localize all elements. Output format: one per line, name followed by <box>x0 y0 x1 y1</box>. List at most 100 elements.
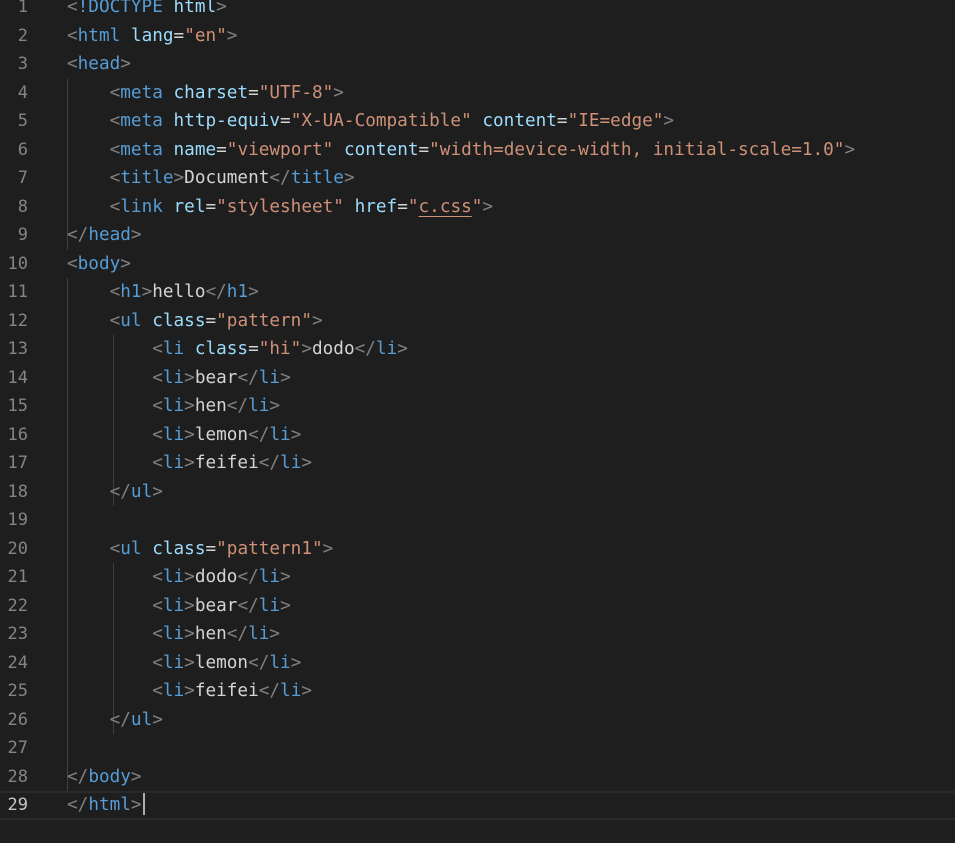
code-token: ul <box>120 310 142 331</box>
code-token: " <box>407 196 419 217</box>
code-text[interactable]: <head> <box>67 50 131 79</box>
code-line[interactable]: 5 <meta http-equiv="X-UA-Compatible" con… <box>0 107 955 136</box>
code-token: head <box>77 54 121 74</box>
code-text[interactable]: </html> <box>67 791 145 820</box>
code-token: li <box>162 339 185 359</box>
code-line[interactable]: 22 <li>bear</li> <box>0 592 955 621</box>
code-token: < <box>152 339 163 359</box>
code-text[interactable]: <li>hen</li> <box>67 620 280 649</box>
code-text[interactable]: <li>lemon</li> <box>67 421 301 450</box>
code-text[interactable]: <li>feifei</li> <box>67 677 312 706</box>
code-text[interactable]: </ul> <box>67 478 163 507</box>
code-token: = <box>397 196 408 217</box>
code-token: > <box>311 310 323 331</box>
code-line[interactable]: 18 </ul> <box>0 478 955 507</box>
code-token: > <box>482 196 494 217</box>
code-token: > <box>184 396 195 416</box>
code-line[interactable]: 28 </body> <box>0 763 955 792</box>
code-line[interactable]: 12 <ul class="pattern"> <box>0 307 955 336</box>
code-token: > <box>130 766 142 787</box>
code-text[interactable]: <li>lemon</li> <box>67 649 301 678</box>
code-text[interactable]: <title>Document</title> <box>67 164 355 193</box>
code-line[interactable]: 11 <h1>hello</h1> <box>0 278 955 307</box>
code-line[interactable]: 19 <box>0 506 955 535</box>
code-token: < <box>152 595 163 616</box>
code-line[interactable]: 7 <title>Document</title> <box>0 164 955 193</box>
code-line[interactable]: 10 <body> <box>0 250 955 279</box>
code-text[interactable]: <!DOCTYPE html> <box>67 0 227 22</box>
code-line[interactable]: 14 <li>bear</li> <box>0 364 955 393</box>
code-token: li <box>162 424 185 445</box>
code-token: "pattern" <box>216 310 312 331</box>
code-token: "viewport" <box>226 139 334 160</box>
code-token: > <box>343 168 355 188</box>
code-line[interactable]: 13 <li class="hi">dodo</li> <box>0 335 955 364</box>
code-token: href <box>354 196 398 217</box>
code-line[interactable]: 16 <li>lemon</li> <box>0 421 955 450</box>
code-line[interactable]: 21 <li>dodo</li> <box>0 563 955 592</box>
code-text[interactable]: <li>dodo</li> <box>67 563 291 592</box>
code-token: Document <box>184 168 270 188</box>
code-token: </ <box>248 652 270 673</box>
code-line[interactable]: 6 <meta name="viewport" content="width=d… <box>0 136 955 165</box>
code-line[interactable]: 25 <li>feifei</li> <box>0 677 955 706</box>
code-token: < <box>152 453 163 473</box>
code-line[interactable]: 26 </ul> <box>0 706 955 735</box>
code-token: > <box>333 82 344 103</box>
code-text[interactable]: <html lang="en"> <box>67 22 237 51</box>
code-text[interactable]: <ul class="pattern1"> <box>67 535 334 564</box>
code-line[interactable]: 15 <li>hen</li> <box>0 392 955 421</box>
code-text[interactable]: </head> <box>67 221 142 250</box>
code-text[interactable]: <li>bear</li> <box>67 364 291 393</box>
code-line[interactable]: 9 </head> <box>0 221 955 250</box>
code-line[interactable]: 8 <link rel="stylesheet" href="c.css"> <box>0 193 955 222</box>
code-text[interactable]: <meta charset="UTF-8"> <box>67 79 344 108</box>
code-token: > <box>184 681 195 701</box>
code-token: meta <box>120 111 163 131</box>
line-number: 12 <box>7 310 28 331</box>
code-text[interactable]: <body> <box>67 250 131 279</box>
code-token: li <box>162 367 185 388</box>
code-text[interactable]: </ul> <box>67 706 163 735</box>
code-text[interactable]: <meta name="viewport" content="width=dev… <box>67 136 856 165</box>
code-text[interactable]: <li>feifei</li> <box>67 449 312 478</box>
code-line[interactable]: 23 <li>hen</li> <box>0 620 955 649</box>
code-token: "stylesheet" <box>216 196 344 217</box>
code-token: link <box>120 196 163 217</box>
line-number: 19 <box>7 510 28 530</box>
code-token: < <box>152 624 163 644</box>
code-token: class <box>152 538 206 559</box>
code-token: </ <box>354 339 376 359</box>
code-text[interactable]: <li>bear</li> <box>67 592 291 621</box>
code-line[interactable]: 3 <head> <box>0 50 955 79</box>
code-line[interactable]: 24 <li>lemon</li> <box>0 649 955 678</box>
code-line[interactable]: 4 <meta charset="UTF-8"> <box>0 79 955 108</box>
code-text[interactable]: <ul class="pattern"> <box>67 307 323 336</box>
code-text[interactable]: <meta http-equiv="X-UA-Compatible" conte… <box>67 107 674 136</box>
code-token: < <box>152 396 163 416</box>
code-token: dodo <box>194 567 238 587</box>
stylesheet-link[interactable]: c.css <box>419 197 472 217</box>
code-line[interactable]: 2 <html lang="en"> <box>0 22 955 51</box>
code-token: li <box>162 681 185 701</box>
code-text[interactable]: <link rel="stylesheet" href="c.css"> <box>67 193 493 222</box>
code-line[interactable]: 17 <li>feifei</li> <box>0 449 955 478</box>
code-token: dodo <box>312 339 355 359</box>
code-line[interactable]: 1 <!DOCTYPE html> <box>0 0 955 22</box>
code-line[interactable]: 29 </html> <box>0 791 955 820</box>
code-text[interactable]: <li>hen</li> <box>67 392 280 421</box>
code-text[interactable]: <h1>hello</h1> <box>67 278 259 307</box>
code-line[interactable]: 27 <box>0 734 955 763</box>
code-text[interactable]: <li class="hi">dodo</li> <box>67 335 408 364</box>
code-text[interactable]: </body> <box>67 763 142 792</box>
code-line[interactable]: 20 <ul class="pattern1"> <box>0 535 955 564</box>
code-editor[interactable]: 1 <!DOCTYPE html> 2 <html lang="en"> 3 <head>… <box>0 0 955 843</box>
code-token: < <box>109 282 121 302</box>
